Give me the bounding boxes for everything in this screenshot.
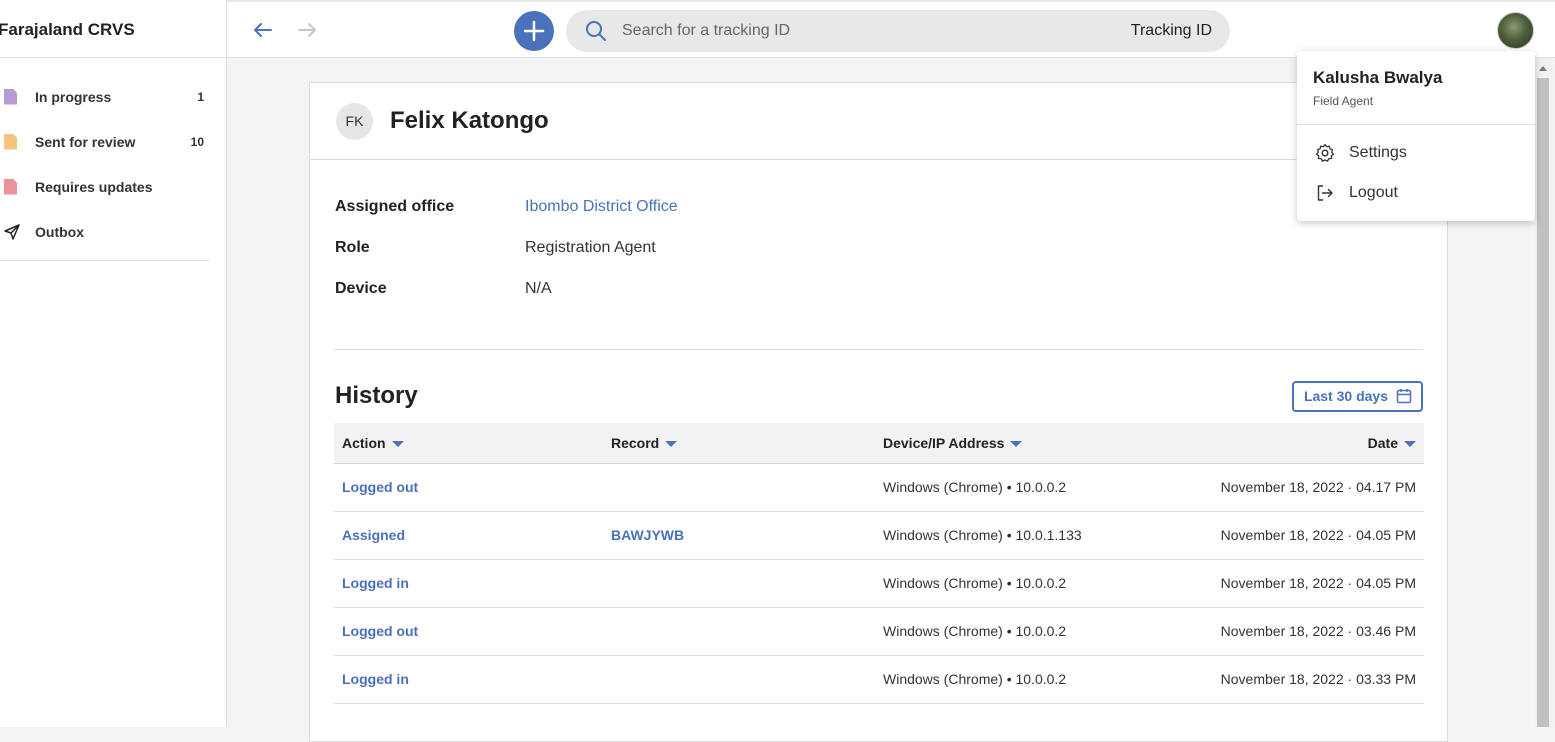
history-title: History — [335, 382, 418, 409]
sidebar-nav: In progress 1 Sent for review 10 Require… — [0, 58, 226, 261]
calendar-icon — [1396, 389, 1412, 404]
user-menu-role: Field Agent — [1313, 94, 1374, 108]
date-range-button[interactable]: Last 30 days — [1291, 380, 1423, 412]
record-link[interactable] — [603, 559, 875, 607]
sidebar-item-count: 10 — [190, 134, 204, 149]
topbar: Tracking ID — [227, 0, 1555, 58]
user-menu-dropdown: Kalusha Bwalya Field Agent Settings Logo… — [1297, 51, 1535, 221]
sidebar-item-label: In progress — [35, 88, 112, 105]
detail-label: Role — [335, 239, 370, 256]
user-menu-header: Kalusha Bwalya Field Agent — [1297, 51, 1535, 125]
detail-value: Registration Agent — [525, 239, 656, 256]
page-title: Felix Katongo — [390, 107, 549, 134]
detail-row-device: Device N/A — [335, 280, 1447, 321]
sidebar-item-label: Sent for review — [35, 133, 136, 150]
detail-row-assigned-office: Assigned office Ibombo District Office — [335, 198, 1447, 239]
gear-icon — [1315, 143, 1335, 162]
avatar: FK — [336, 102, 373, 140]
column-header-label: Date — [1367, 434, 1398, 451]
column-header-action[interactable]: Action — [334, 423, 603, 464]
sidebar-item-sent-for-review[interactable]: Sent for review 10 — [0, 119, 226, 164]
menu-item-label: Logout — [1349, 184, 1398, 201]
section-divider — [334, 349, 1423, 350]
column-header-device[interactable]: Device/IP Address — [875, 423, 1175, 464]
sort-caret-icon — [391, 441, 404, 448]
date-cell: November 18, 2022 · 04.05 PM — [1220, 527, 1416, 543]
sidebar: Farajaland CRVS In progress 1 Sent for r… — [0, 0, 227, 727]
date-cell: November 18, 2022 · 03.46 PM — [1220, 623, 1416, 639]
scrollbar-thumb[interactable] — [1537, 78, 1549, 727]
date-range-label: Last 30 days — [1303, 388, 1388, 404]
history-table: Action Record Device/IP Address Date Log… — [334, 423, 1424, 704]
table-header-row: Action Record Device/IP Address Date — [334, 423, 1424, 464]
user-avatar[interactable] — [1497, 12, 1534, 49]
document-purple-icon — [4, 88, 18, 105]
table-row: Assigned BAWJYWB Windows (Chrome) • 10.0… — [334, 511, 1424, 559]
search-bar: Tracking ID — [566, 10, 1230, 52]
table-row: Logged out Windows (Chrome) • 10.0.0.2 N… — [334, 607, 1424, 655]
menu-item-label: Settings — [1349, 144, 1407, 161]
detail-label: Assigned office — [335, 198, 455, 215]
column-header-record[interactable]: Record — [603, 423, 875, 464]
user-menu-name: Kalusha Bwalya — [1313, 68, 1443, 87]
profile-header: FK Felix Katongo — [310, 83, 1447, 160]
scroll-up-arrow-icon[interactable] — [1539, 66, 1547, 71]
send-icon — [4, 223, 20, 240]
sort-caret-icon — [1404, 441, 1416, 448]
assigned-office-link[interactable]: Ibombo District Office — [525, 198, 678, 216]
action-link[interactable]: Logged out — [334, 607, 603, 655]
detail-value: N/A — [525, 280, 552, 297]
search-icon — [586, 21, 606, 41]
column-header-label: Action — [342, 434, 386, 451]
device-cell: Windows (Chrome) • 10.0.0.2 — [883, 623, 1067, 639]
action-link[interactable]: Logged in — [334, 559, 603, 607]
device-cell: Windows (Chrome) • 10.0.0.2 — [883, 575, 1067, 591]
record-link[interactable] — [603, 655, 875, 703]
menu-item-logout[interactable]: Logout — [1297, 173, 1535, 213]
plus-icon — [523, 20, 545, 42]
date-cell: November 18, 2022 · 04.05 PM — [1220, 575, 1416, 591]
record-link[interactable]: BAWJYWB — [603, 511, 875, 559]
sort-caret-icon — [665, 441, 678, 448]
table-row: Logged out Windows (Chrome) • 10.0.0.2 N… — [334, 463, 1424, 511]
user-profile-card: FK Felix Katongo Assigned office Ibombo … — [309, 82, 1448, 742]
search-type-selector[interactable]: Tracking ID — [1131, 22, 1212, 40]
column-header-label: Record — [611, 434, 660, 451]
sidebar-item-outbox[interactable]: Outbox — [0, 209, 226, 254]
menu-item-settings[interactable]: Settings — [1297, 133, 1535, 173]
document-orange-icon — [4, 133, 18, 150]
search-input[interactable] — [620, 21, 1131, 41]
table-row: Logged in Windows (Chrome) • 10.0.0.2 No… — [334, 559, 1424, 607]
date-cell: November 18, 2022 · 03.33 PM — [1220, 671, 1416, 687]
forward-arrow-icon[interactable] — [295, 18, 319, 42]
date-cell: November 18, 2022 · 04.17 PM — [1220, 479, 1416, 495]
device-cell: Windows (Chrome) • 10.0.1.133 — [883, 527, 1082, 543]
sidebar-item-label: Outbox — [35, 223, 84, 240]
sidebar-item-count: 1 — [197, 89, 204, 104]
sidebar-item-label: Requires updates — [35, 178, 153, 195]
sidebar-divider — [0, 260, 209, 261]
action-link[interactable]: Logged in — [334, 655, 603, 703]
app-title: Farajaland CRVS — [0, 0, 226, 58]
create-new-button[interactable] — [514, 11, 554, 51]
detail-row-role: Role Registration Agent — [335, 239, 1447, 280]
document-red-icon — [4, 178, 18, 195]
sidebar-item-in-progress[interactable]: In progress 1 — [0, 74, 226, 119]
action-link[interactable]: Assigned — [334, 511, 603, 559]
profile-details: Assigned office Ibombo District Office R… — [310, 160, 1447, 321]
record-link[interactable] — [603, 607, 875, 655]
logout-icon — [1317, 185, 1333, 201]
detail-label: Device — [335, 280, 387, 297]
sidebar-item-requires-updates[interactable]: Requires updates — [0, 164, 226, 209]
column-header-date[interactable]: Date — [1175, 423, 1424, 464]
action-link[interactable]: Logged out — [334, 463, 603, 511]
record-link[interactable] — [603, 463, 875, 511]
sort-caret-icon — [1010, 441, 1023, 448]
table-row: Logged in Windows (Chrome) • 10.0.0.2 No… — [334, 655, 1424, 703]
column-header-label: Device/IP Address — [883, 434, 1005, 451]
device-cell: Windows (Chrome) • 10.0.0.2 — [883, 479, 1067, 495]
history-header: History Last 30 days — [335, 380, 1423, 412]
device-cell: Windows (Chrome) • 10.0.0.2 — [883, 671, 1067, 687]
back-arrow-icon[interactable] — [251, 18, 275, 42]
